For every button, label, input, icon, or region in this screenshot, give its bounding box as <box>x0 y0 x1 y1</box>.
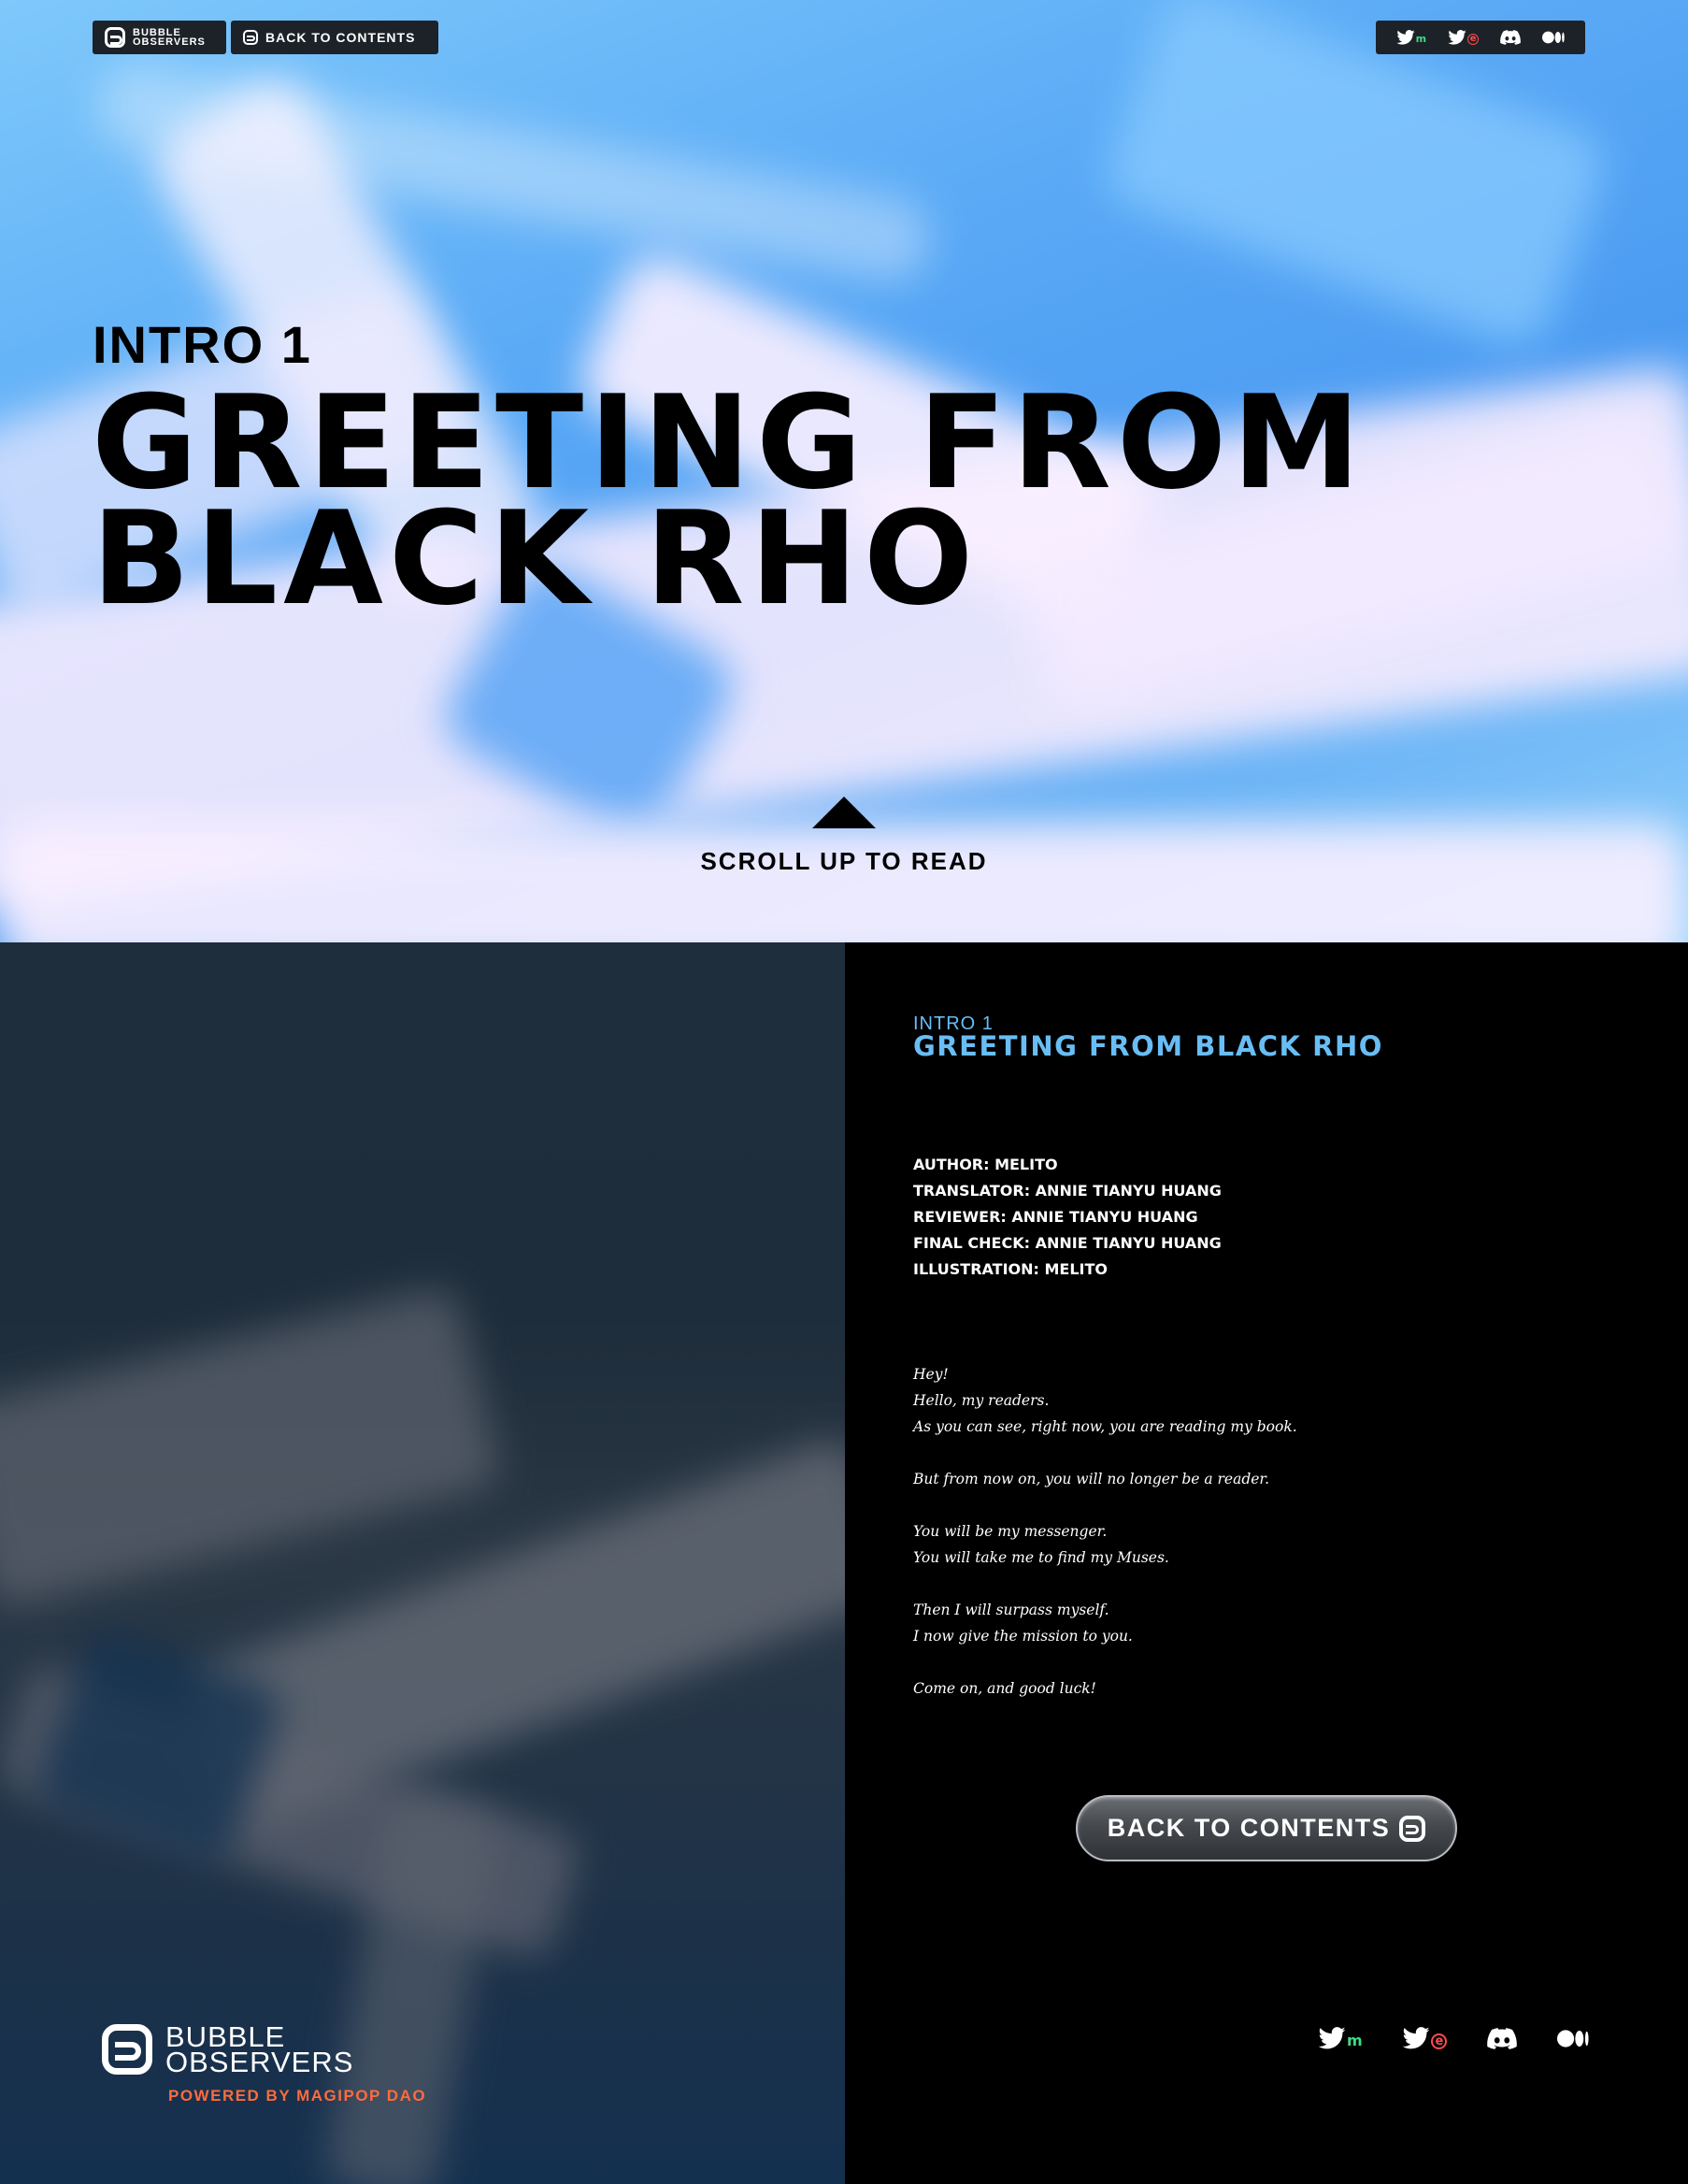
hero-banner: BUBBLE OBSERVERS BACK TO CONTENTS m e IN… <box>0 0 1688 942</box>
illustration-shape <box>0 1284 504 1611</box>
back-to-contents-link[interactable]: BACK TO CONTENTS <box>231 21 438 54</box>
credit-reviewer: REVIEWER: ANNIE TIANYU HUANG <box>913 1208 1198 1226</box>
medium-link[interactable] <box>1542 31 1566 44</box>
medium-icon <box>1556 2029 1589 2048</box>
back-to-contents-label: BACK TO CONTENTS <box>265 30 416 45</box>
medium-link[interactable] <box>1556 2029 1589 2048</box>
twitter-icon <box>1318 2027 1346 2049</box>
twitter-m-link[interactable]: m <box>1395 30 1427 45</box>
credits-list: AUTHOR: MELITO TRANSLATOR: ANNIE TIANYU … <box>913 1152 1222 1283</box>
discord-link[interactable] <box>1487 2027 1518 2049</box>
social-links: m e <box>1376 21 1585 54</box>
brand-line-2: OBSERVERS <box>133 36 206 48</box>
credit-final-check: FINAL CHECK: ANNIE TIANYU HUANG <box>913 1234 1222 1252</box>
credit-translator: TRANSLATOR: ANNIE TIANYU HUANG <box>913 1182 1222 1200</box>
twitter-icon <box>1403 2027 1430 2049</box>
story-line: Hey! <box>913 1366 949 1383</box>
back-to-contents-button-label: BACK TO CONTENTS <box>1107 1814 1391 1842</box>
story-line: Then I will surpass myself. <box>913 1602 1109 1618</box>
discord-icon <box>1487 2027 1518 2049</box>
hero-chapter-label: INTRO 1 <box>93 315 312 374</box>
footer-brand-name: BUBBLE OBSERVERS <box>165 2022 354 2078</box>
twitter-red-badge: e <box>1431 2033 1448 2049</box>
scroll-up-label: SCROLL UP TO READ <box>700 847 988 875</box>
credit-illustration: ILLUSTRATION: MELITO <box>913 1260 1109 1278</box>
bubble-observers-logo-icon <box>102 2024 152 2075</box>
top-nav: BUBBLE OBSERVERS BACK TO CONTENTS <box>93 21 438 54</box>
brand-logo-link[interactable]: BUBBLE OBSERVERS <box>93 21 226 54</box>
bubble-observers-logo-icon <box>1399 1815 1426 1842</box>
twitter-red-link[interactable]: e <box>1402 2027 1448 2049</box>
credit-author: AUTHOR: MELITO <box>913 1156 1058 1173</box>
story-line: You will take me to find my Muses. <box>913 1549 1169 1566</box>
twitter-icon <box>1395 30 1415 45</box>
footer-brand[interactable]: BUBBLE OBSERVERS <box>102 2022 354 2078</box>
hero-art-shape <box>0 823 1688 942</box>
discord-link[interactable] <box>1500 30 1522 45</box>
powered-by-label: POWERED BY MAGIPOP DAO <box>168 2087 427 2105</box>
brand-name: BUBBLE OBSERVERS <box>133 28 206 48</box>
hero-title-line-2: BLACK RHO <box>92 483 980 634</box>
story-line: You will be my messenger. <box>913 1523 1108 1540</box>
story-line: Come on, and good luck! <box>913 1680 1096 1697</box>
footer-social-links: m e <box>1318 2027 1589 2049</box>
twitter-m-link[interactable]: m <box>1318 2027 1363 2049</box>
story-text: Hey! Hello, my readers. As you can see, … <box>913 1361 1297 1702</box>
twitter-red-link[interactable]: e <box>1448 30 1480 45</box>
footer-brand-line-2: OBSERVERS <box>165 2046 354 2078</box>
twitter-m-badge: m <box>1347 2032 1363 2049</box>
illustration-panel <box>0 942 845 2184</box>
scroll-up-arrow-icon[interactable] <box>812 797 876 828</box>
story-line: I now give the mission to you. <box>913 1628 1133 1645</box>
hero-title: GREETING FROM BLACK RHO <box>92 379 1587 634</box>
story-line: Hello, my readers. <box>913 1392 1050 1409</box>
bubble-observers-logo-icon <box>243 30 258 45</box>
back-to-contents-button[interactable]: BACK TO CONTENTS <box>1076 1795 1457 1861</box>
medium-icon <box>1542 31 1566 44</box>
story-line: But from now on, you will no longer be a… <box>913 1471 1270 1487</box>
discord-icon <box>1500 30 1522 45</box>
bubble-observers-logo-icon <box>105 27 125 48</box>
article-title: GREETING FROM BLACK RHO <box>913 1030 1383 1062</box>
twitter-red-badge: e <box>1467 34 1480 45</box>
story-line: As you can see, right now, you are readi… <box>913 1418 1297 1435</box>
twitter-m-badge: m <box>1415 33 1427 45</box>
twitter-icon <box>1448 30 1466 45</box>
